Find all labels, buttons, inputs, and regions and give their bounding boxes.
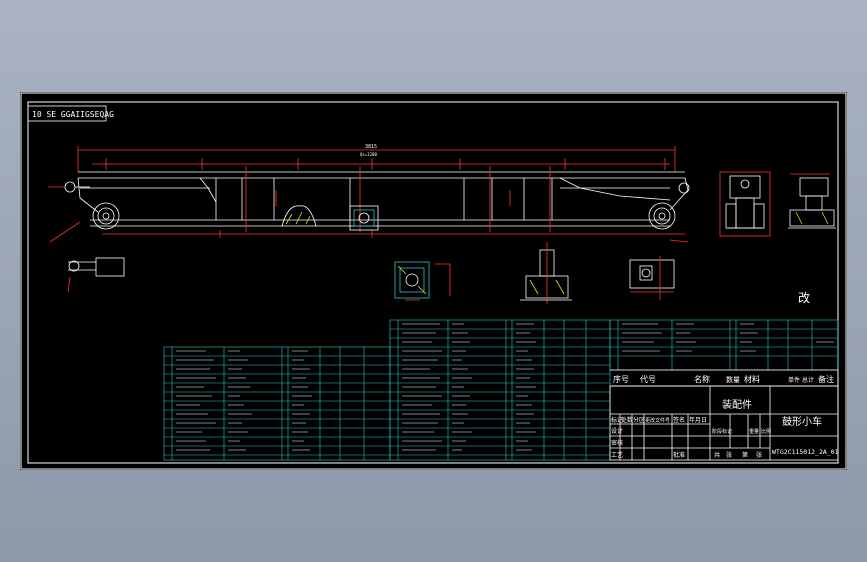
parts-list-left bbox=[163, 346, 391, 461]
stamp-text: 10 SE GGAIIGSEQAG bbox=[32, 110, 114, 119]
header-remark: 备注 bbox=[818, 374, 834, 384]
role-design: 设计 bbox=[611, 427, 623, 435]
header-code: 代号 bbox=[640, 374, 656, 384]
drawing-code: WTG2C115012_2A_01 bbox=[772, 448, 839, 456]
part-name: 鼓形小车 bbox=[782, 415, 822, 428]
inner-frame bbox=[27, 101, 839, 464]
drawing-sheet: 10 SE GGAIIGSEQAG 3815 Qs=1200 改 序号 代号 名… bbox=[20, 92, 847, 470]
shaft-detail bbox=[629, 256, 675, 300]
header-unit: 单件 bbox=[788, 376, 800, 384]
revision-mark: 改 bbox=[798, 291, 810, 305]
assembly-label: 装配件 bbox=[722, 398, 752, 411]
sheet-no-suffix: 张 bbox=[756, 451, 762, 459]
header-no: 序号 bbox=[613, 374, 629, 384]
scale-label: 比例 bbox=[761, 428, 771, 435]
overall-dim: 3815 bbox=[365, 144, 377, 150]
section-detail-cyan bbox=[394, 261, 451, 301]
sheet-no-prefix: 第 bbox=[742, 451, 748, 459]
sheet-total-suffix: 张 bbox=[726, 451, 732, 459]
sign-label-sign: 签名 bbox=[673, 416, 685, 424]
sheet-total-prefix: 共 bbox=[714, 451, 720, 459]
role-review: 审核 bbox=[611, 439, 623, 447]
stage-label: 阶段标记 bbox=[712, 428, 732, 435]
cad-drawing-canvas: 10 SE GGAIIGSEQAG 3815 Qs=1200 改 序号 代号 名… bbox=[20, 92, 847, 470]
parts-header-row: 序号 代号 名称 数量 材料 单件 总计 备注 bbox=[610, 369, 838, 387]
outer-frame bbox=[20, 92, 847, 470]
sign-label-zone: 分区 bbox=[633, 416, 645, 424]
sign-label-date: 年月日 bbox=[689, 416, 707, 424]
end-view-left bbox=[719, 171, 771, 237]
header-qty: 数量 bbox=[726, 375, 740, 384]
parts-list-right bbox=[609, 319, 839, 371]
weight-label: 重量 bbox=[749, 428, 759, 435]
sign-label-docno: 更改文件号 bbox=[645, 417, 670, 424]
sign-label-count: 处数 bbox=[621, 416, 633, 424]
detail-small-left bbox=[67, 257, 125, 293]
role-process: 工艺 bbox=[611, 451, 623, 459]
overall-dim-sub: Qs=1200 bbox=[360, 152, 377, 157]
end-view-right bbox=[788, 173, 836, 229]
header-material: 材料 bbox=[744, 374, 760, 384]
header-total: 总计 bbox=[802, 376, 814, 384]
parts-list-middle bbox=[389, 319, 611, 461]
conveyor-elevation: 3815 Qs=1200 bbox=[48, 144, 690, 243]
header-name: 名称 bbox=[694, 374, 710, 384]
role-approve: 批准 bbox=[673, 451, 685, 459]
bracket-detail bbox=[520, 242, 572, 304]
